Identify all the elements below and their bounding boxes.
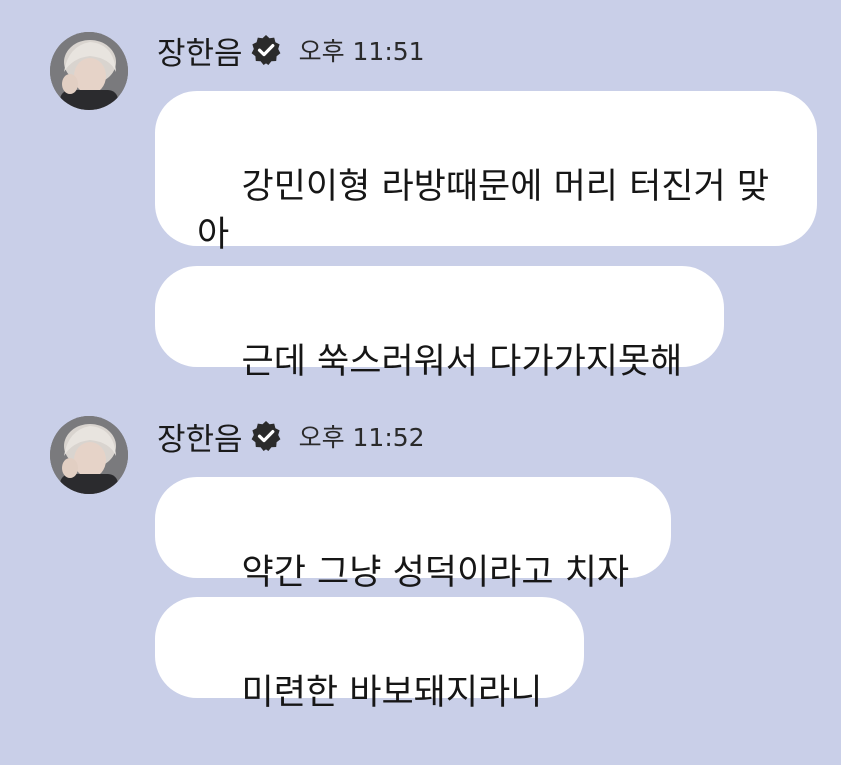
message-text: 강민이형 라방때문에 머리 터진거 맞아	[197, 167, 770, 255]
verified-badge-icon	[249, 419, 283, 453]
message-header: 장한음 오후 11:52	[157, 414, 425, 458]
message-text: 미련한 바보돼지라니	[241, 673, 543, 713]
avatar-photo-icon	[50, 32, 128, 110]
message-bubble[interactable]: 근데 쑥스러워서 다가가지못해	[155, 266, 725, 382]
verified-badge-icon	[249, 33, 283, 67]
message-text: 근데 쑥스러워서 다가가지못해	[241, 342, 683, 382]
message-bubble[interactable]: 미련한 바보돼지라니	[155, 597, 585, 713]
message-time: 오후 11:51	[298, 37, 425, 66]
message-text: 약간 그냥 성덕이라고 치자	[241, 553, 630, 593]
avatar-photo-icon	[50, 416, 128, 494]
sender-name[interactable]: 장한음	[157, 414, 243, 459]
sender-avatar[interactable]	[50, 416, 128, 494]
message-header: 장한음 오후 11:51	[157, 28, 425, 72]
message-bubble[interactable]: 강민이형 라방때문에 머리 터진거 맞아	[155, 91, 817, 255]
message-time: 오후 11:52	[298, 423, 425, 452]
message-bubble[interactable]: 약간 그냥 성덕이라고 치자	[155, 477, 672, 593]
sender-name[interactable]: 장한음	[157, 28, 243, 73]
sender-avatar[interactable]	[50, 32, 128, 110]
